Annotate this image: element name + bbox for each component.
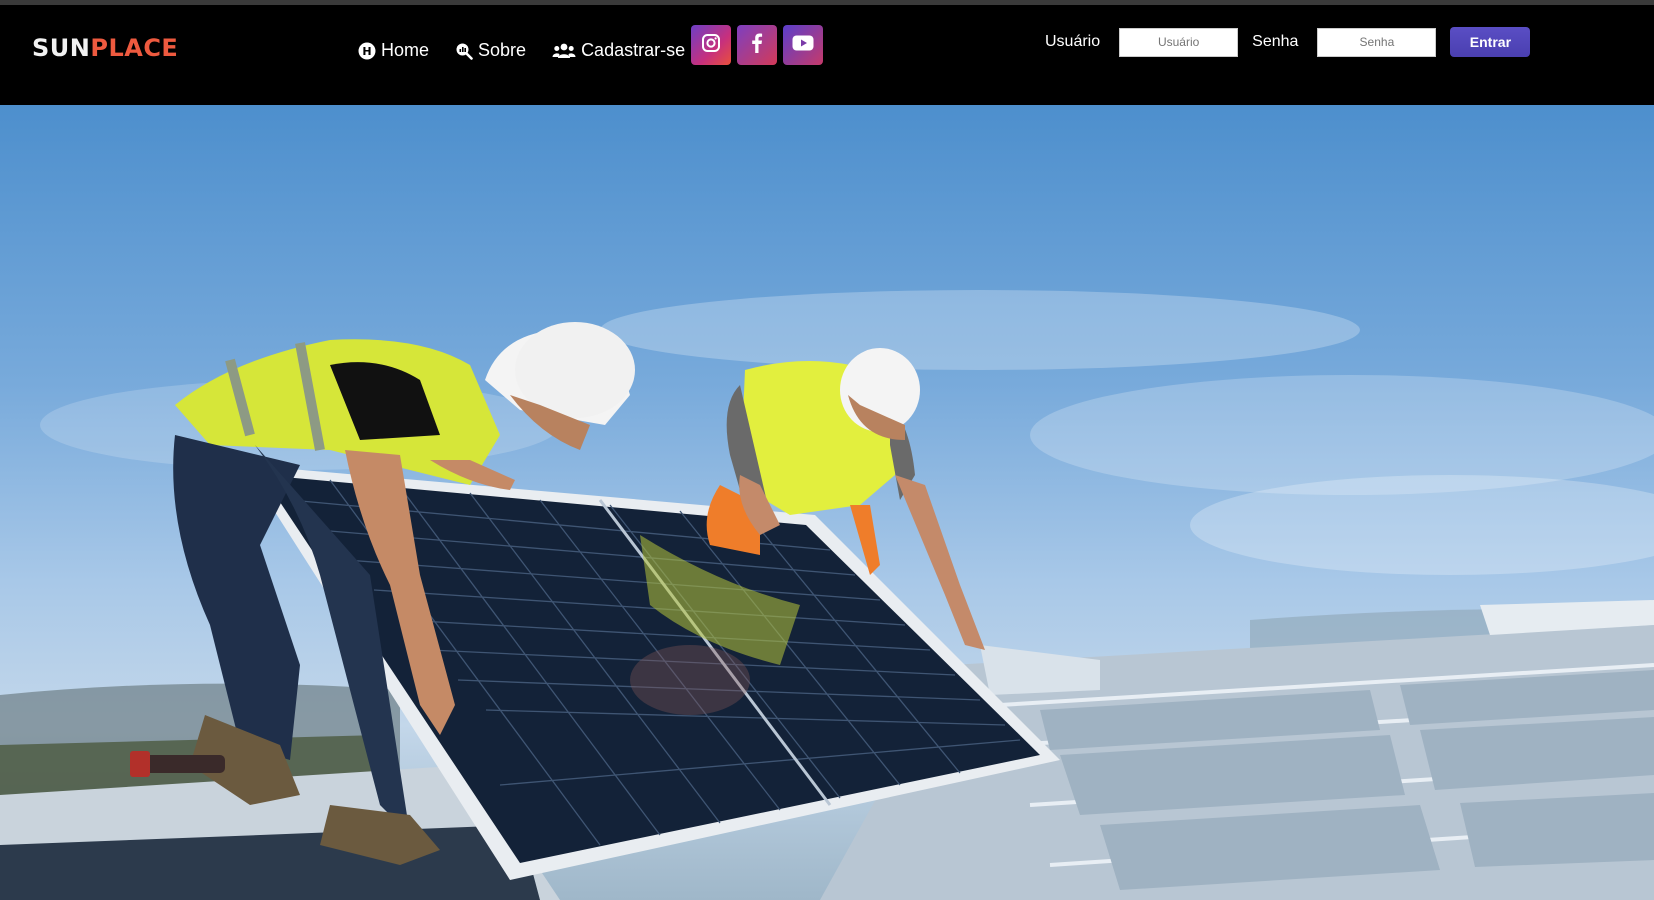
instagram-button[interactable] <box>691 25 731 65</box>
facebook-icon <box>747 32 767 59</box>
navbar: SUNPLACE H Home Sobre Cadastrar-se Usuár… <box>0 5 1654 105</box>
password-label: Senha <box>1252 33 1299 50</box>
hero-banner <box>0 105 1654 900</box>
password-input[interactable] <box>1317 27 1437 57</box>
brand-logo-part2: PLACE <box>90 34 179 62</box>
nav-sobre-label: Sobre <box>478 40 527 60</box>
svg-text:H: H <box>362 45 371 58</box>
solar-installation-photo <box>0 290 1654 900</box>
login-submit-button[interactable]: Entrar <box>1450 27 1531 57</box>
nav-cadastrar-label: Cadastrar-se <box>581 40 686 60</box>
users-icon <box>552 42 576 60</box>
username-label: Usuário <box>1045 33 1101 50</box>
home-circle-icon: H <box>358 42 376 60</box>
nav-cadastrar-link[interactable]: Cadastrar-se <box>552 40 685 61</box>
main-nav: H Home Sobre Cadastrar-se <box>358 40 685 61</box>
instagram-icon <box>701 33 721 58</box>
nav-home-link[interactable]: H Home <box>358 40 429 61</box>
search-chart-icon <box>455 42 473 60</box>
youtube-button[interactable] <box>783 25 823 65</box>
login-form: Usuário Senha Entrar <box>1045 27 1531 57</box>
nav-home-label: Home <box>381 40 430 60</box>
brand-logo[interactable]: SUNPLACE <box>32 34 178 62</box>
nav-sobre-link[interactable]: Sobre <box>455 40 526 61</box>
social-links <box>691 25 823 65</box>
brand-logo-part1: SUN <box>32 34 91 62</box>
youtube-icon <box>792 35 814 56</box>
facebook-button[interactable] <box>737 25 777 65</box>
username-input[interactable] <box>1119 27 1239 57</box>
